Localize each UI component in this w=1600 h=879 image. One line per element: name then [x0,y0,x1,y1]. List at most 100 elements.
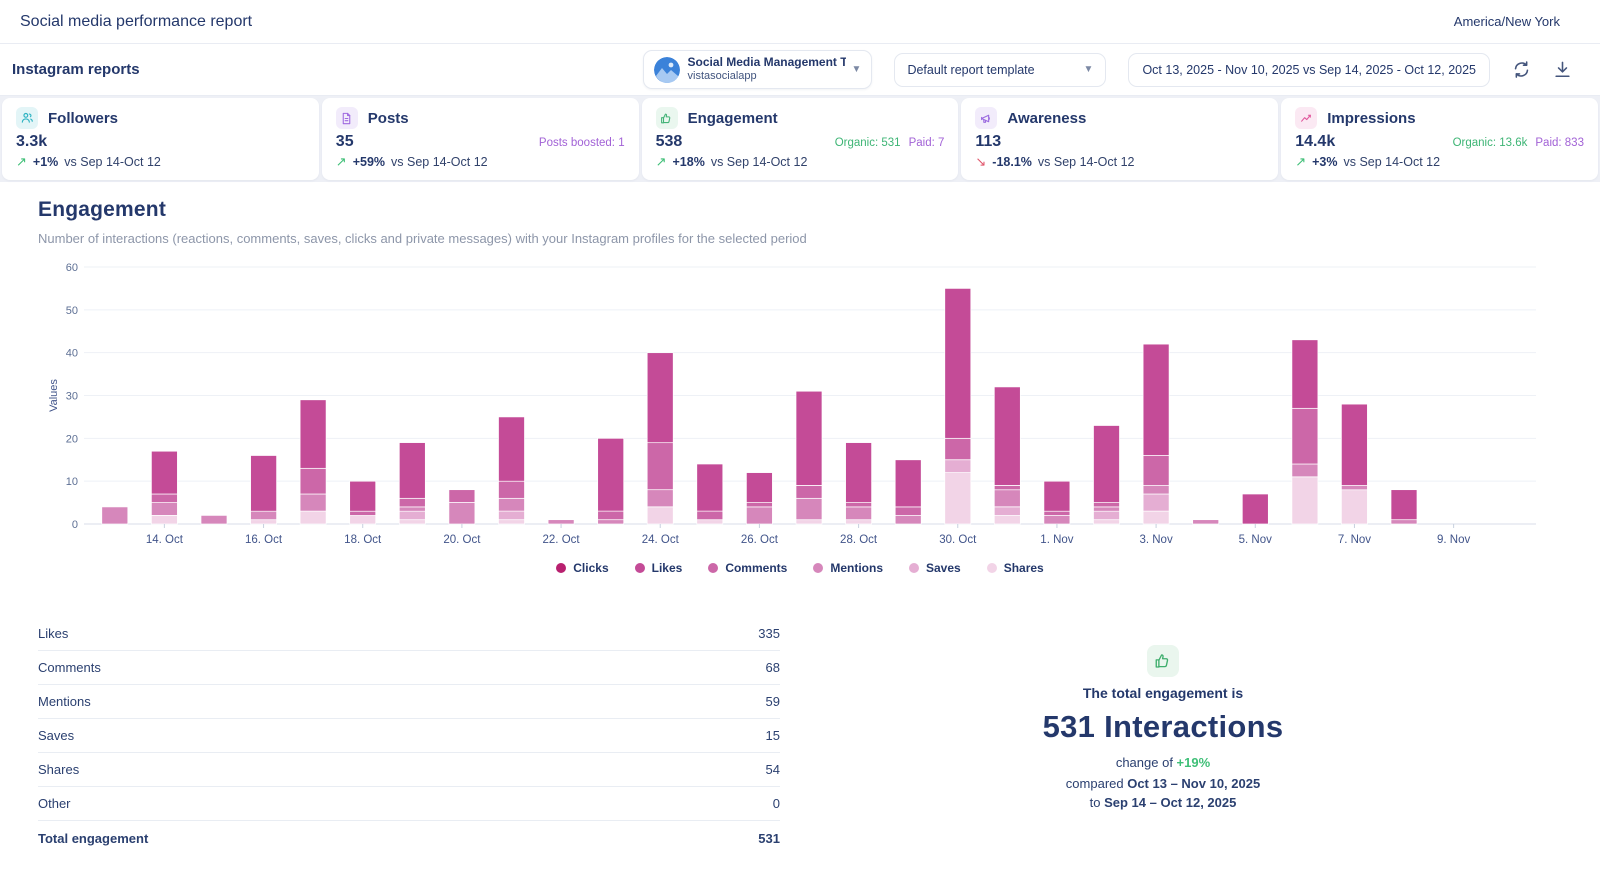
row-value: 531 [758,831,780,846]
svg-text:20: 20 [66,433,78,445]
legend-label: Clicks [573,561,608,575]
profile-handle: vistasocialapp [688,70,846,83]
table-row: Likes 335 [38,617,780,651]
svg-text:0: 0 [72,519,78,531]
svg-text:50: 50 [66,305,78,317]
legend-label: Comments [725,561,787,575]
row-value: 59 [766,694,780,709]
svg-text:30. Oct: 30. Oct [939,534,977,546]
profile-avatar [654,57,680,83]
report-template-value: Default report template [907,63,1034,77]
engagement-summary: The total engagement is 531 Interactions… [780,617,1600,856]
kpi-value: 3.3k [16,133,47,151]
legend-label: Shares [1004,561,1044,575]
kpi-card-posts: Posts 35 Posts boosted: 1 ↗ +59% vs Sep … [322,98,639,180]
kpi-cards-row: Followers 3.3k ↗ +1% vs Sep 14-Oct 12 Po… [0,96,1600,182]
summary-headline: 531 Interactions [1043,709,1284,745]
row-label: Comments [38,660,101,675]
row-value: 68 [766,660,780,675]
table-row-total: Total engagement 531 [38,821,780,856]
svg-text:26. Oct: 26. Oct [741,534,779,546]
kpi-value: 35 [336,133,354,151]
trend-line-icon [1295,107,1317,129]
legend-dot [813,563,823,573]
legend-label: Mentions [830,561,883,575]
posts-boosted-badge: Posts boosted: 1 [539,137,625,149]
kpi-compare: vs Sep 14-Oct 12 [391,155,488,169]
legend-item-mentions[interactable]: Mentions [813,561,883,575]
engagement-chart: 0102030405060Values14. Oct16. Oct18. Oct… [0,256,1600,575]
kpi-label: Awareness [1007,110,1086,127]
refresh-icon [1512,60,1531,79]
engagement-subtitle: Number of interactions (reactions, comme… [38,231,1600,246]
legend-dot [909,563,919,573]
report-toolbar: Instagram reports Social Media Managemen… [0,44,1600,96]
chevron-down-icon: ▼ [1084,64,1094,75]
legend-label: Likes [652,561,683,575]
row-value: 335 [758,626,780,641]
app-header: Social media performance report America/… [0,0,1600,44]
legend-item-saves[interactable]: Saves [909,561,961,575]
engagement-breakdown-table: Likes 335 Comments 68 Mentions 59 Saves … [38,617,780,856]
organic-badge: Organic: 13.6k [1453,137,1528,149]
summary-period-previous: Sep 14 – Oct 12, 2025 [1104,795,1236,810]
row-value: 15 [766,728,780,743]
kpi-change: +59% [353,155,385,169]
kpi-card-awareness: Awareness 113 ↘ -18.1% vs Sep 14-Oct 12 [961,98,1278,180]
row-label: Likes [38,626,68,641]
legend-item-clicks[interactable]: Clicks [556,561,608,575]
kpi-card-impressions: Impressions 14.4k Organic: 13.6k Paid: 8… [1281,98,1598,180]
kpi-change: -18.1% [992,155,1032,169]
legend-dot [987,563,997,573]
kpi-value: 538 [656,133,683,151]
svg-text:10: 10 [66,476,78,488]
table-row: Saves 15 [38,719,780,753]
svg-text:28. Oct: 28. Oct [840,534,878,546]
table-row: Other 0 [38,787,780,821]
kpi-compare: vs Sep 14-Oct 12 [64,155,161,169]
row-value: 0 [773,796,780,811]
organic-badge: Organic: 531 [835,137,901,149]
svg-text:5. Nov: 5. Nov [1239,534,1272,546]
legend-label: Saves [926,561,961,575]
row-label: Mentions [38,694,91,709]
svg-text:16. Oct: 16. Oct [245,534,283,546]
kpi-change: +1% [33,155,58,169]
report-template-select[interactable]: Default report template ▼ [894,53,1106,87]
summary-change-value: +19% [1177,755,1211,770]
trend-down-icon: ↘ [975,154,986,170]
profile-selector[interactable]: Social Media Management Tool vistasocial… [643,50,873,88]
kpi-card-followers: Followers 3.3k ↗ +1% vs Sep 14-Oct 12 [2,98,319,180]
download-button[interactable] [1553,60,1572,79]
trend-up-icon: ↗ [336,154,347,170]
refresh-button[interactable] [1512,60,1531,79]
kpi-compare: vs Sep 14-Oct 12 [1343,155,1440,169]
kpi-label: Impressions [1327,110,1415,127]
legend-dot [556,563,566,573]
trend-up-icon: ↗ [656,154,667,170]
kpi-card-engagement: Engagement 538 Organic: 531 Paid: 7 ↗ +1… [642,98,959,180]
legend-item-shares[interactable]: Shares [987,561,1044,575]
kpi-change: +3% [1312,155,1337,169]
row-label: Saves [38,728,74,743]
engagement-section: Engagement Number of interactions (react… [0,182,1600,856]
thumbs-up-icon [1147,645,1179,677]
trend-up-icon: ↗ [1295,154,1306,170]
legend-item-comments[interactable]: Comments [708,561,787,575]
summary-compare: compared Oct 13 – Nov 10, 2025 to Sep 14… [1066,775,1260,813]
kpi-label: Engagement [688,110,778,127]
table-row: Comments 68 [38,651,780,685]
svg-text:18. Oct: 18. Oct [344,534,382,546]
paid-badge: Paid: 833 [1535,137,1584,149]
row-label: Total engagement [38,831,148,846]
legend-item-likes[interactable]: Likes [635,561,683,575]
date-range-picker[interactable]: Oct 13, 2025 - Nov 10, 2025 vs Sep 14, 2… [1128,53,1490,87]
kpi-value: 14.4k [1295,133,1335,151]
thumbs-up-icon [656,107,678,129]
summary-caption: The total engagement is [1083,685,1243,701]
svg-text:14. Oct: 14. Oct [146,534,184,546]
svg-text:40: 40 [66,348,78,360]
page-title: Social media performance report [20,13,252,31]
svg-text:20. Oct: 20. Oct [443,534,481,546]
svg-text:7. Nov: 7. Nov [1338,534,1371,546]
